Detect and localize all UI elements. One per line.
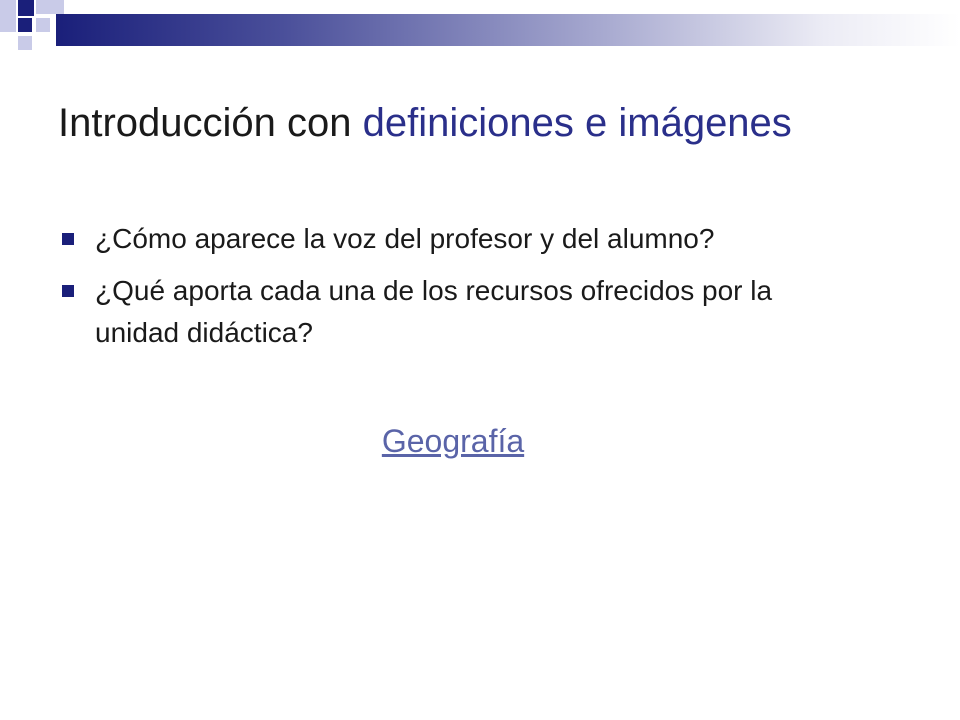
title-text: Introducción con	[58, 101, 363, 145]
geografia-link[interactable]: Geografía	[0, 418, 906, 464]
slide: Introducción con definiciones e imágenes…	[0, 0, 960, 720]
decor-square	[36, 18, 50, 32]
decor-square	[18, 18, 32, 32]
title-accent-text: definiciones e imágenes	[362, 101, 792, 145]
square-bullet-icon	[62, 233, 74, 245]
bullet-item: ¿Qué aporta cada una de los recursos ofr…	[58, 270, 818, 354]
bullet-item: ¿Cómo aparece la voz del profesor y del …	[58, 218, 818, 260]
bullet-text: ¿Cómo aparece la voz del profesor y del …	[95, 223, 715, 254]
decor-square	[18, 36, 32, 50]
bullet-list: ¿Cómo aparece la voz del profesor y del …	[58, 218, 818, 364]
bullet-text: ¿Qué aporta cada una de los recursos ofr…	[95, 275, 773, 348]
decor-square	[0, 0, 16, 32]
square-bullet-icon	[62, 285, 74, 297]
decor-square	[36, 0, 64, 14]
slide-title: Introducción con definiciones e imágenes	[58, 96, 938, 150]
header-gradient-bar	[56, 14, 960, 46]
decor-square	[18, 0, 34, 16]
